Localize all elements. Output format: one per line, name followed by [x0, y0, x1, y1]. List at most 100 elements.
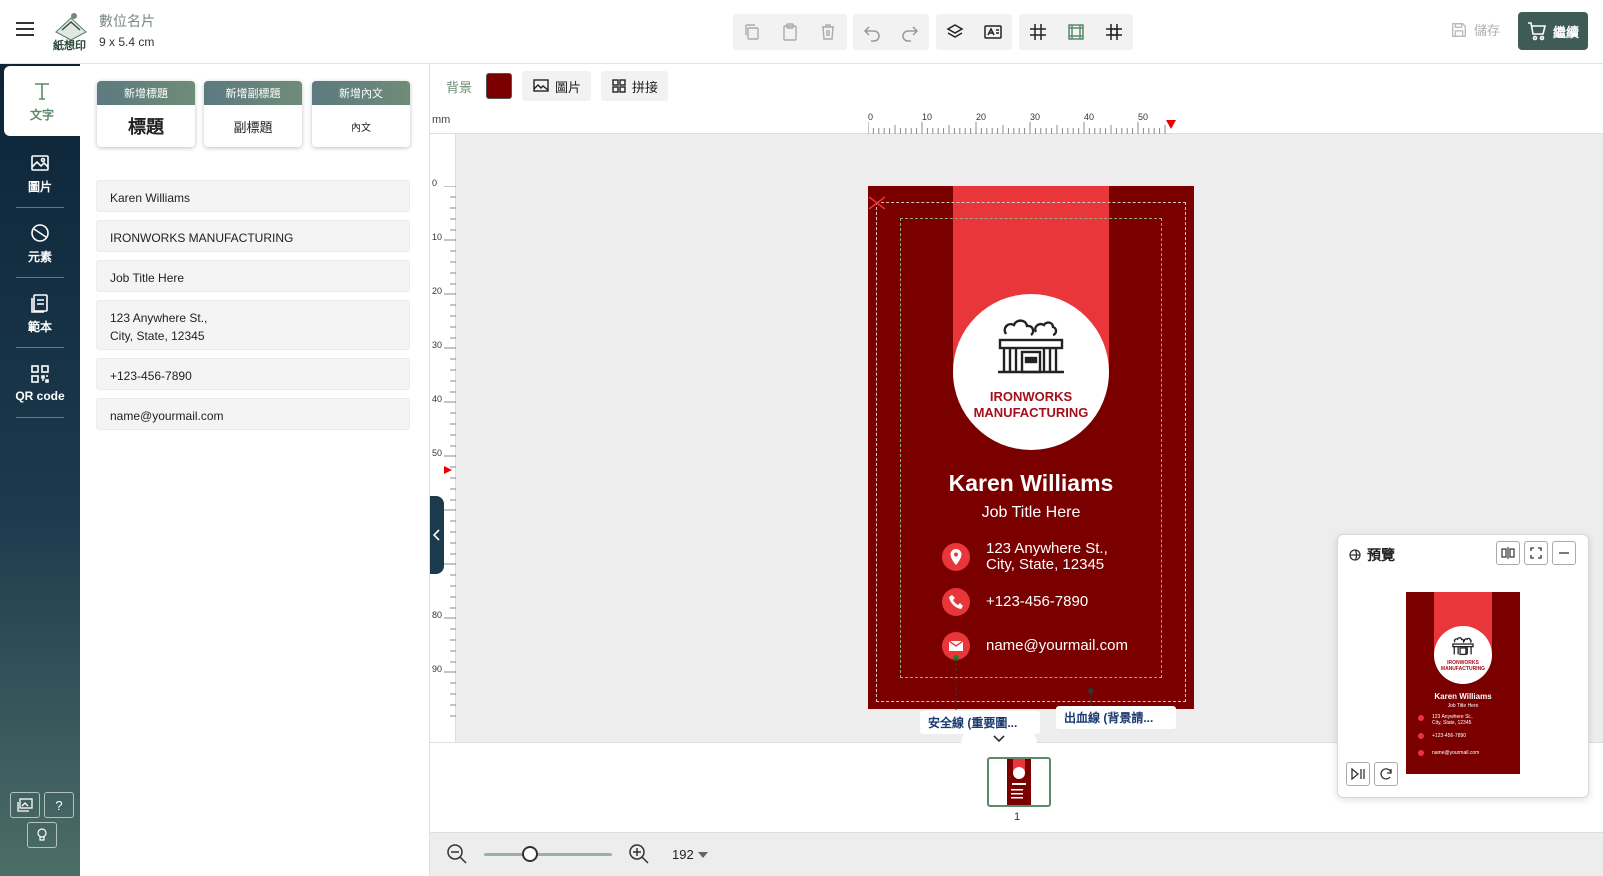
- add-subtitle-button[interactable]: 新增副標題 副標題: [204, 81, 302, 147]
- collapse-pages-button[interactable]: [961, 729, 1037, 749]
- text-field-phone[interactable]: +123-456-7890: [96, 358, 410, 390]
- layers-button[interactable]: [936, 14, 974, 50]
- scissors-icon: [868, 196, 886, 210]
- zoom-in-icon[interactable]: [628, 843, 650, 865]
- ruler-label: 10: [922, 112, 933, 122]
- collapse-panel-button[interactable]: [430, 496, 444, 574]
- logo-text: 紙想印: [53, 39, 86, 52]
- save-label: 儲存: [1474, 23, 1501, 38]
- zoom-level-select[interactable]: 192: [672, 847, 708, 862]
- page-thumbnail[interactable]: [987, 757, 1051, 807]
- business-card[interactable]: IRONWORKS MANUFACTURING Karen Williams J…: [868, 186, 1194, 709]
- help-label: ?: [55, 797, 63, 813]
- preview-minimize-button[interactable]: [1552, 541, 1576, 565]
- layer-toolbar-group: [936, 14, 1012, 50]
- grid-toolbar-group: [1019, 14, 1133, 50]
- paste-button[interactable]: [771, 14, 809, 50]
- preview-company-line2: MANUFACTURING: [1440, 666, 1486, 672]
- grid-button[interactable]: [1019, 14, 1057, 50]
- preview-job-title: Job Title Here: [1447, 703, 1479, 709]
- minimize-icon: [1559, 552, 1569, 554]
- tip-button[interactable]: [27, 822, 57, 848]
- add-title-header: 新增標題: [97, 81, 195, 105]
- redo-button[interactable]: [891, 14, 929, 50]
- card-phone-row: +123-456-7890: [942, 588, 1088, 616]
- clipboard-icon: [783, 23, 797, 41]
- add-body-button[interactable]: 新增內文 內文: [312, 81, 410, 147]
- image-text-button[interactable]: [974, 14, 1012, 50]
- nav-item-qrcode[interactable]: QR code: [0, 348, 80, 418]
- add-title-button[interactable]: 新增標題 標題: [97, 81, 195, 147]
- menu-icon[interactable]: [16, 22, 34, 36]
- text-field-name[interactable]: Karen Williams: [96, 180, 410, 212]
- card-phone: +123-456-7890: [986, 593, 1089, 610]
- ruler-label: 0: [432, 178, 438, 188]
- image-icon: [533, 79, 549, 92]
- preview-phone-icon: [1418, 733, 1424, 739]
- text-field-address[interactable]: 123 Anywhere St., City, State, 12345: [96, 300, 410, 350]
- qrcode-icon: [31, 365, 49, 383]
- card-address-line2: City, State, 12345: [986, 556, 1105, 573]
- add-body-sample: 內文: [351, 122, 371, 134]
- background-label: 背景: [446, 79, 473, 95]
- preview-factory-icon: [1452, 637, 1474, 656]
- zoom-slider[interactable]: [484, 853, 612, 856]
- text-icon: [35, 82, 49, 100]
- edit-toolbar-group: [733, 14, 847, 50]
- ruler-unit: mm: [432, 114, 451, 126]
- preview-compare-button[interactable]: [1496, 541, 1520, 565]
- zoom-out-icon[interactable]: [446, 843, 468, 865]
- save-button[interactable]: 儲存: [1450, 20, 1500, 39]
- delete-button[interactable]: [809, 14, 847, 50]
- continue-button[interactable]: 繼續: [1518, 12, 1588, 50]
- continue-label: 繼續: [1552, 24, 1579, 40]
- nav-item-text[interactable]: 文字: [4, 66, 80, 136]
- chevron-down-icon: [993, 735, 1005, 743]
- refresh-icon: [1380, 768, 1392, 780]
- gallery-button[interactable]: [10, 792, 40, 818]
- guides-button[interactable]: [1095, 14, 1133, 50]
- document-size: 9 x 5.4 cm: [99, 35, 155, 49]
- preview-company: IRONWORKS MANUFACTURING: [1434, 660, 1492, 672]
- preview-phone: +123-456-7890: [1432, 733, 1467, 739]
- bleed-line-label[interactable]: 出血線 (背景請...: [1056, 706, 1176, 729]
- history-toolbar-group: [853, 14, 929, 50]
- horizontal-ruler: mm 0 10 20 30 40 50: [430, 108, 1603, 134]
- collage-button[interactable]: 拼接: [601, 71, 669, 101]
- add-body-header: 新增內文: [312, 81, 410, 105]
- nav-item-elements[interactable]: 元素: [0, 208, 80, 278]
- shapes-icon: [31, 223, 49, 242]
- nav-item-label: 範本: [27, 319, 52, 334]
- top-bar: 紙想印 數位名片 9 x 5.4 cm 儲存 繼續: [0, 0, 1603, 64]
- frame-button[interactable]: [1057, 14, 1095, 50]
- help-button[interactable]: ?: [44, 792, 74, 818]
- nav-item-label: 圖片: [27, 179, 52, 194]
- text-field-company[interactable]: IRONWORKS MANUFACTURING: [96, 220, 410, 252]
- text-field-job-title[interactable]: Job Title Here: [96, 260, 410, 292]
- background-image-button[interactable]: 圖片: [522, 71, 592, 101]
- add-title-sample: 標題: [128, 117, 164, 137]
- split-icon: [1501, 547, 1515, 559]
- text-field-email[interactable]: name@yourmail.com: [96, 398, 410, 430]
- undo-button[interactable]: [853, 14, 891, 50]
- copy-button[interactable]: [733, 14, 771, 50]
- caret-down-icon: [697, 851, 708, 858]
- ruler-label: 50: [432, 448, 443, 458]
- zoom-slider-handle[interactable]: [522, 846, 539, 862]
- nav-item-image[interactable]: 圖片: [0, 138, 80, 208]
- preview-name: Karen Williams: [1434, 692, 1492, 701]
- guide-connectors: [953, 655, 1094, 710]
- collage-label: 拼接: [632, 79, 659, 95]
- lightbulb-icon: [37, 828, 47, 841]
- fullscreen-icon: [1530, 547, 1542, 559]
- card-job-title: Job Title Here: [981, 504, 1081, 521]
- preview-flip-button[interactable]: [1374, 762, 1398, 786]
- nav-item-label: QR code: [15, 389, 65, 403]
- background-color-swatch[interactable]: [486, 73, 513, 99]
- preview-fullscreen-button[interactable]: [1524, 541, 1548, 565]
- preview-panel: 預覽 IRONWORKS MANUFACTURING Karen William…: [1337, 534, 1589, 798]
- phone-icon: [942, 588, 970, 616]
- preview-play-button[interactable]: [1346, 762, 1370, 786]
- undo-icon: [863, 26, 880, 42]
- nav-item-templates[interactable]: 範本: [0, 278, 80, 348]
